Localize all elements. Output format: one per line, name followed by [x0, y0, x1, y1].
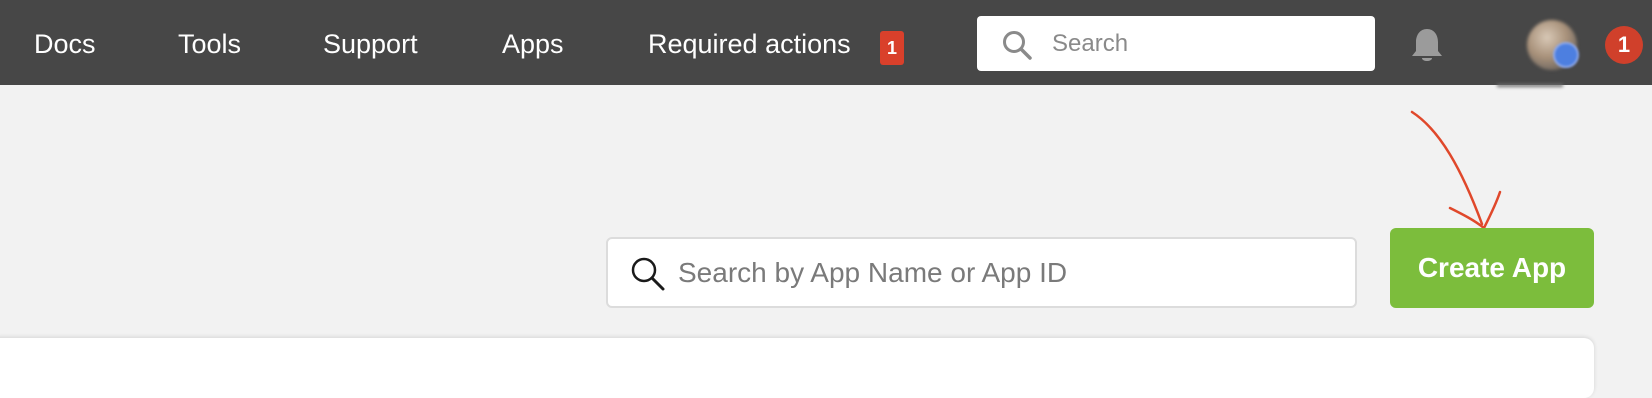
top-search-box[interactable]	[977, 16, 1375, 71]
top-navigation-bar: Docs Tools Support Apps Required actions…	[0, 0, 1652, 87]
nav-apps-link[interactable]: Apps	[502, 0, 564, 85]
app-search-box[interactable]	[606, 237, 1357, 308]
avatar-status-dot	[1553, 42, 1579, 68]
search-icon	[631, 257, 665, 291]
nav-tools-link[interactable]: Tools	[178, 0, 241, 85]
nav-required-actions-link[interactable]: Required actions	[648, 0, 851, 85]
required-actions-badge: 1	[880, 31, 904, 65]
top-search-input[interactable]	[1052, 16, 1352, 71]
create-app-button[interactable]: Create App	[1390, 228, 1594, 308]
search-icon	[1003, 31, 1032, 60]
notifications-bell-icon[interactable]	[1409, 27, 1445, 65]
apps-list-card	[0, 338, 1594, 398]
annotation-arrow-icon	[1410, 110, 1502, 230]
nav-docs-link[interactable]: Docs	[34, 0, 96, 85]
app-search-input[interactable]	[678, 239, 1338, 306]
nav-support-link[interactable]: Support	[323, 0, 418, 85]
avatar-underline	[1497, 84, 1563, 87]
notification-count-badge[interactable]: 1	[1605, 26, 1643, 64]
